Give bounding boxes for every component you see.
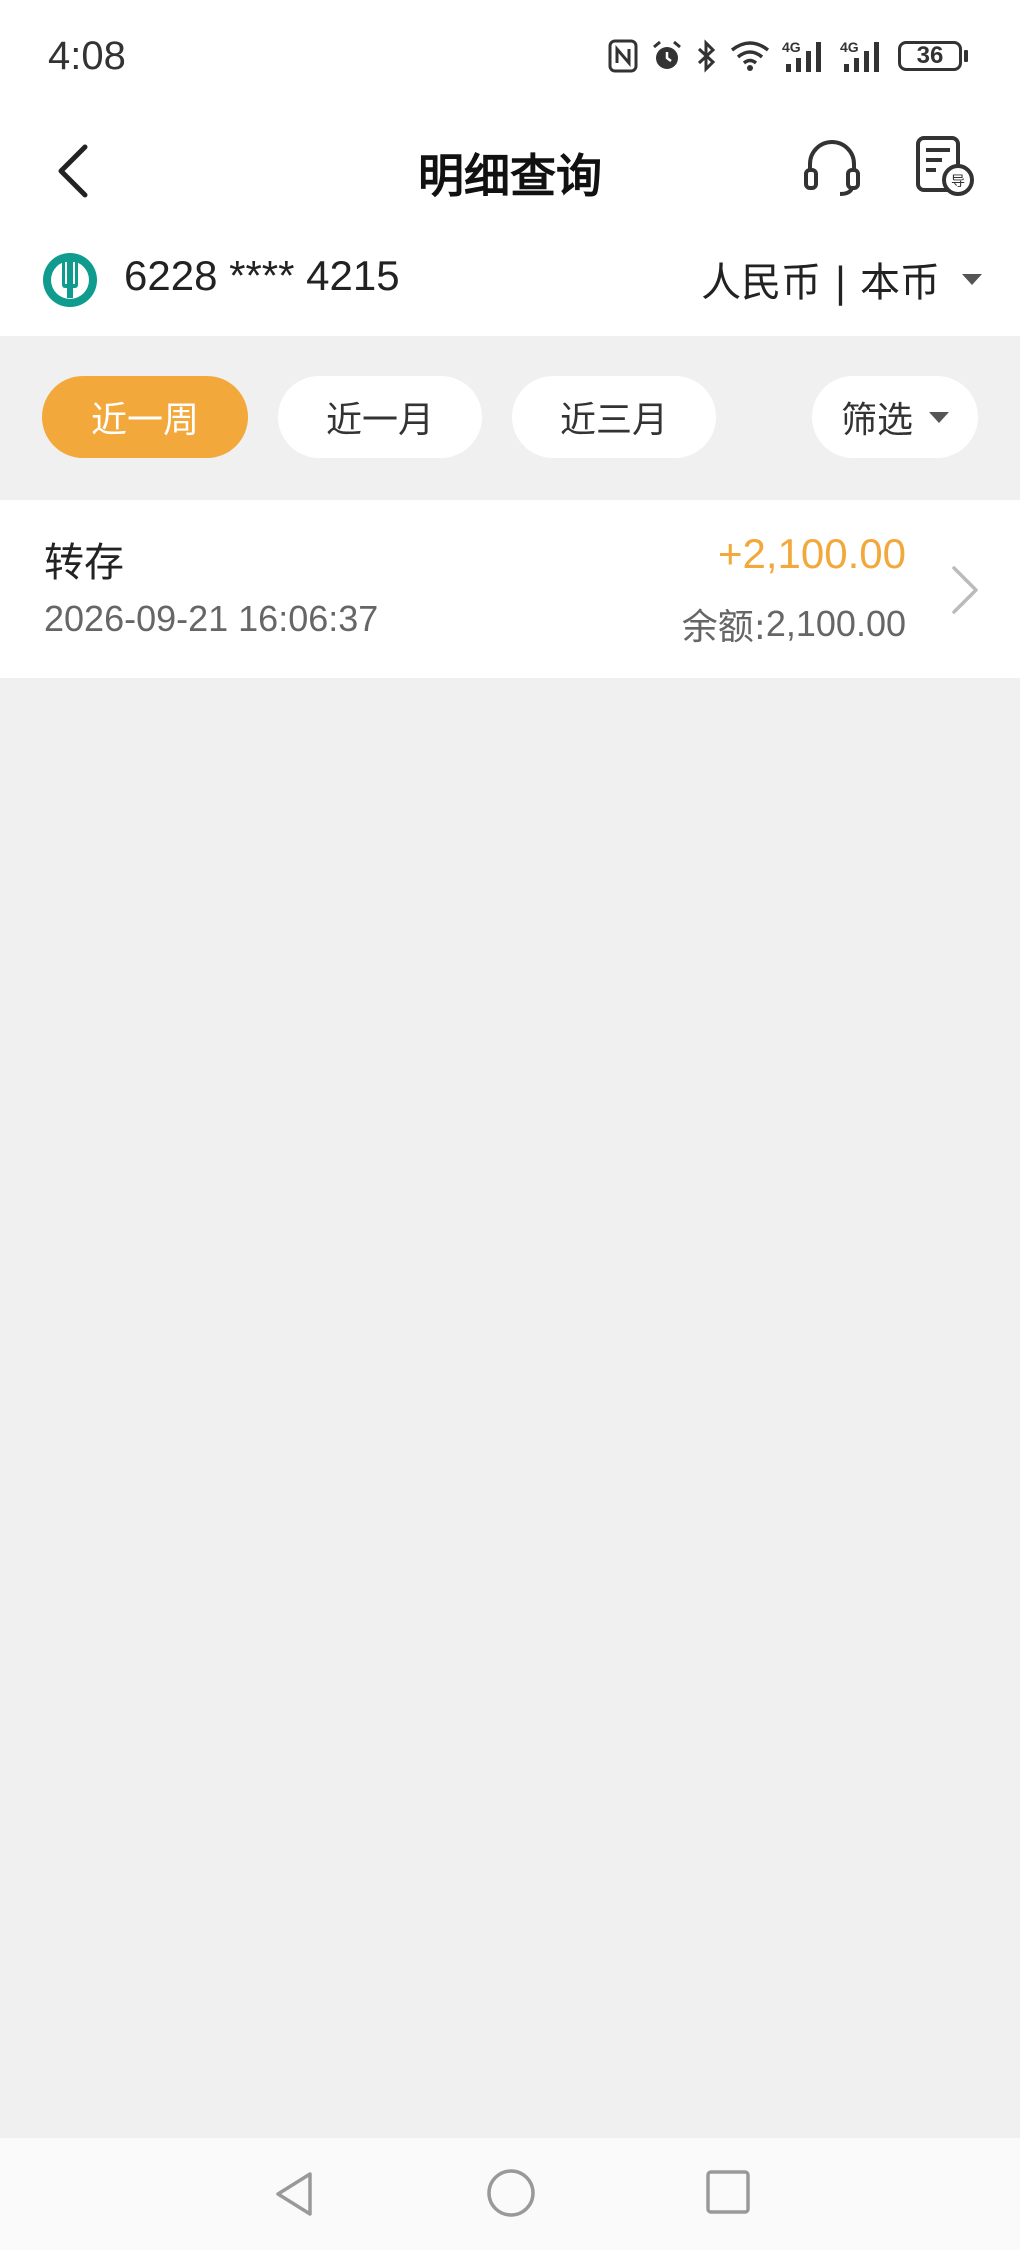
svg-text:4G: 4G bbox=[840, 39, 859, 55]
account-row[interactable]: 6228 **** 4215 人民币 | 本币 bbox=[0, 224, 1020, 336]
bank-logo-icon bbox=[43, 253, 97, 307]
filter-label: 筛选 bbox=[840, 400, 913, 441]
transaction-time: 2026-09-21 16:06:37 bbox=[44, 598, 379, 639]
status-icons: 4G 4G 36 bbox=[608, 38, 968, 74]
filter-button[interactable]: 筛选 bbox=[812, 376, 978, 458]
battery-level: 36 bbox=[898, 41, 962, 71]
nav-back-icon[interactable] bbox=[268, 2168, 320, 2220]
system-nav-bar bbox=[0, 2138, 1020, 2250]
nfc-icon bbox=[608, 39, 638, 73]
currency-select[interactable]: 人民币 | 本币 bbox=[701, 250, 982, 308]
customer-service-button[interactable] bbox=[800, 134, 864, 198]
battery-icon: 36 bbox=[898, 41, 968, 71]
status-time: 4:08 bbox=[48, 34, 126, 78]
currency-label: 人民币 | 本币 bbox=[701, 260, 940, 306]
svg-text:导: 导 bbox=[951, 174, 965, 190]
nav-home-icon[interactable] bbox=[484, 2166, 538, 2220]
headset-icon bbox=[804, 140, 860, 196]
transaction-type: 转存 bbox=[44, 540, 124, 586]
caret-down-icon bbox=[929, 411, 949, 423]
filter-chip-month[interactable]: 近一月 bbox=[278, 376, 482, 458]
filter-chip-week[interactable]: 近一周 bbox=[42, 376, 248, 458]
page-title: 明细查询 bbox=[418, 149, 602, 203]
account-number: 6228 **** 4215 bbox=[124, 252, 400, 299]
signal-4g-icon: 4G bbox=[840, 39, 879, 72]
date-filter-bar: 近一周 近一月 近三月 筛选 bbox=[0, 336, 1020, 500]
transaction-balance: 余额: 2,100.00 bbox=[682, 598, 906, 650]
svg-text:4G: 4G bbox=[782, 39, 801, 55]
balance-label: 余额: bbox=[681, 607, 766, 648]
signal-4g-icon: 4G bbox=[782, 39, 821, 72]
nav-bar: 明细查询 导 bbox=[0, 120, 1020, 224]
transaction-amount: +2,100.00 bbox=[717, 530, 906, 577]
export-button[interactable]: 导 bbox=[912, 134, 976, 198]
export-document-icon: 导 bbox=[916, 136, 974, 196]
wifi-icon bbox=[730, 41, 770, 71]
balance-value: 2,100.00 bbox=[765, 603, 906, 644]
bluetooth-icon bbox=[697, 39, 716, 73]
chevron-right-icon bbox=[952, 566, 978, 614]
nav-recent-icon[interactable] bbox=[704, 2168, 752, 2216]
filter-chip-three-months[interactable]: 近三月 bbox=[512, 376, 716, 458]
status-bar: 4:08 4G 4G 36 bbox=[0, 0, 1020, 120]
alarm-icon bbox=[653, 40, 681, 69]
caret-down-icon bbox=[962, 273, 982, 285]
list-item[interactable]: 转存 2026-09-21 16:06:37 +2,100.00 余额: 2,1… bbox=[0, 500, 1020, 678]
